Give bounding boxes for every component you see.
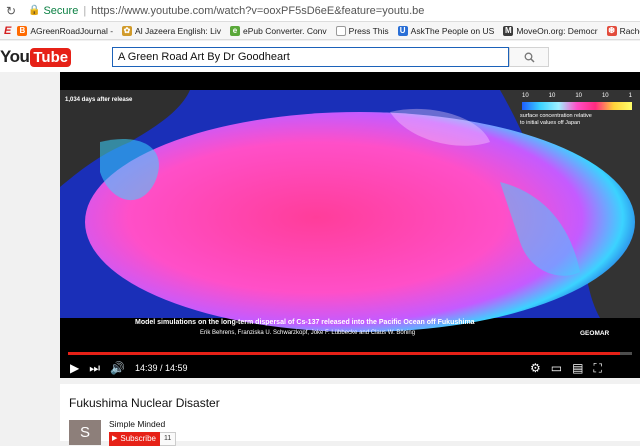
right-controls: ⚙ ▭ ▤ ⛶ [530, 358, 602, 378]
progress-bar[interactable] [68, 352, 632, 355]
search-icon [524, 52, 535, 63]
bookmark-epub-converter[interactable]: e ePub Converter. Conv [230, 25, 327, 36]
miniplayer-icon[interactable]: ▭ [551, 358, 562, 378]
bookmark-label: ePub Converter. Conv [243, 25, 327, 36]
bookmark-rachel-maddow[interactable]: ❆ Rachel Ma [606, 25, 640, 36]
days-after-release: 1,034 days after release [65, 97, 133, 103]
subscriber-count: 11 [159, 432, 177, 446]
play-icon[interactable]: ▶ [70, 358, 79, 378]
next-icon[interactable]: ⏭ [89, 358, 100, 378]
time-display: 14:39 / 14:59 [135, 363, 188, 373]
moveon-icon: M [503, 25, 514, 36]
settings-icon[interactable]: ⚙ [530, 358, 541, 378]
video-player[interactable]: 1,034 days after release 10 10 10 10 1 s… [60, 72, 640, 378]
bookmark-aljazeera[interactable]: ✿ Al Jazeera English: Liv [122, 25, 222, 36]
subscribe-group: ▶ Subscribe 11 [109, 432, 177, 446]
scale-tick: 1 [628, 93, 632, 99]
video-title: Fukushima Nuclear Disaster [69, 396, 220, 410]
bookmark-label: AGreenRoadJournal - [30, 25, 114, 36]
youtube-header: You Tube A Green Road Art By Dr Goodhear… [0, 41, 640, 72]
volume-icon[interactable]: 🔊 [110, 358, 125, 378]
caption-authors: Erik Behrens, Franziska U. Schwarzkopf, … [200, 330, 416, 336]
scale-tick: 10 [548, 93, 556, 99]
color-scale-bar [522, 102, 632, 110]
nbc-icon: ❆ [606, 25, 617, 36]
scale-label-1: surface concentration relative [520, 113, 592, 119]
page-icon [335, 25, 346, 36]
scale-tick: 10 [522, 93, 529, 99]
bookmark-label: Rachel Ma [619, 25, 640, 36]
bookmark-agreenroadjournal[interactable]: B AGreenRoadJournal - [17, 25, 114, 36]
url-field[interactable]: https://www.youtube.com/watch?v=ooxPF5sD… [91, 5, 424, 17]
caption-title: Model simulations on the long-term dispe… [135, 319, 475, 326]
progress-fill [68, 352, 620, 355]
subscribe-label: Subscribe [120, 434, 156, 443]
youtube-play-icon: ▶ [112, 435, 118, 442]
bookmark-moveon[interactable]: M MoveOn.org: Democr [503, 25, 598, 36]
blogger-icon: B [17, 25, 28, 36]
cast-icon[interactable]: ▤ [572, 358, 583, 378]
bookmark-asktthepeople[interactable]: U AskThe People on US [397, 25, 495, 36]
youtube-logo[interactable]: You Tube [0, 47, 72, 67]
address-bar: ↻ 🔒 Secure | https://www.youtube.com/wat… [0, 0, 640, 22]
reload-icon[interactable]: ↻ [6, 4, 20, 18]
player-controls: ▶ ⏭ 🔊 14:39 / 14:59 ⚙ ▭ ▤ ⛶ [60, 358, 640, 378]
avatar[interactable]: S [69, 420, 101, 445]
secure-label: Secure [43, 4, 79, 17]
epub-icon: e [230, 25, 241, 36]
bookmark-label: AskThe People on US [410, 25, 495, 36]
fullscreen-icon[interactable]: ⛶ [593, 358, 601, 378]
geomar-credit: GEOMAR [580, 330, 610, 337]
bookmark-label: MoveOn.org: Democr [516, 25, 598, 36]
bookmark-press-this[interactable]: Press This [335, 25, 389, 36]
logo-tube: Tube [30, 47, 72, 67]
search-input[interactable]: A Green Road Art By Dr Goodheart [112, 47, 509, 67]
u-icon: U [397, 25, 408, 36]
scale-label-2: to initial values off Japan [520, 120, 581, 126]
subscribe-button[interactable]: ▶ Subscribe [109, 432, 160, 446]
scale-tick: 10 [575, 93, 582, 99]
bookmark-label: Al Jazeera English: Liv [135, 25, 222, 36]
scale-ticks: 10 10 10 10 1 [522, 93, 632, 99]
bookmarks-bar: E B AGreenRoadJournal - ✿ Al Jazeera Eng… [0, 22, 640, 40]
address-separator: | [83, 4, 87, 17]
search-button[interactable] [509, 47, 549, 67]
bookmark-label: Press This [348, 25, 389, 36]
e-icon[interactable]: E [4, 25, 11, 37]
scale-tick: 10 [601, 93, 609, 99]
lock-icon[interactable]: 🔒 [28, 5, 40, 16]
video-info: Fukushima Nuclear Disaster S Simple Mind… [60, 384, 640, 446]
channel-name[interactable]: Simple Minded [109, 419, 165, 429]
logo-you: You [0, 47, 30, 66]
aljazeera-icon: ✿ [122, 25, 133, 36]
